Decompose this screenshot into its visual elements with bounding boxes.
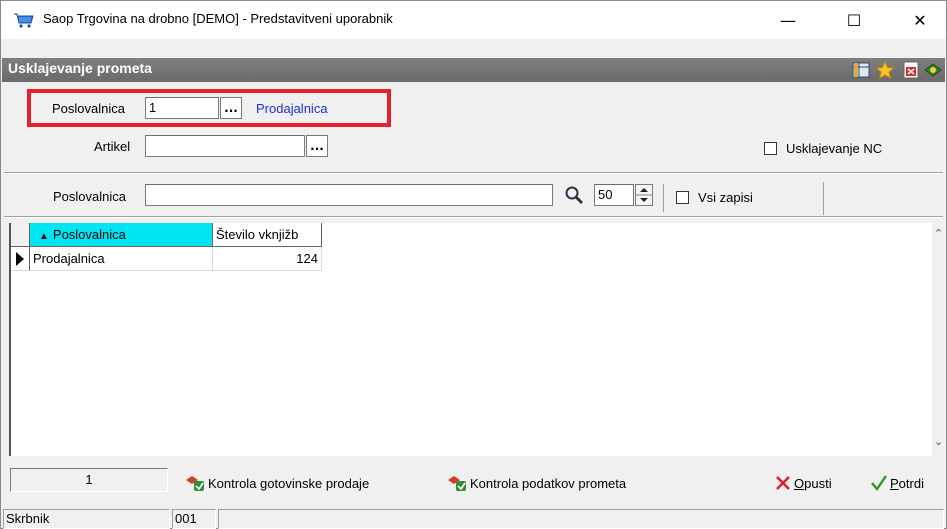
limit-spinner-input[interactable]: 50 bbox=[594, 184, 634, 206]
current-row-icon bbox=[16, 252, 24, 266]
artikel-input[interactable] bbox=[145, 135, 305, 157]
usklajevanje-nc-checkbox[interactable] bbox=[764, 142, 777, 155]
form-title: Usklajevanje prometa bbox=[8, 60, 152, 76]
help-icon[interactable] bbox=[923, 61, 943, 79]
checkmark-icon bbox=[871, 475, 887, 491]
separator bbox=[663, 184, 664, 212]
vsi-zapisi-label: Vsi zapisi bbox=[698, 190, 753, 205]
filter-search-input[interactable] bbox=[145, 184, 553, 206]
usklajevanje-nc-label: Usklajevanje NC bbox=[786, 141, 883, 156]
opusti-label: pusti bbox=[804, 475, 832, 491]
window-title: Saop Trgovina na drobno [DEMO] - Predsta… bbox=[43, 11, 393, 26]
sort-ascending-icon: ▲ bbox=[39, 231, 49, 242]
row-indicator[interactable] bbox=[11, 247, 30, 271]
status-extra bbox=[218, 509, 944, 529]
artikel-label: Artikel bbox=[94, 139, 131, 154]
check-control-icon bbox=[186, 476, 204, 491]
grid-settings-icon[interactable] bbox=[851, 61, 871, 79]
shopping-cart-icon bbox=[14, 13, 34, 28]
separator bbox=[4, 216, 943, 218]
close-button[interactable]: ✕ bbox=[897, 1, 943, 39]
title-bar: Saop Trgovina na drobno [DEMO] - Predsta… bbox=[1, 1, 946, 39]
scroll-down-icon[interactable]: ⌄ bbox=[934, 435, 943, 448]
potrdi-label: otrdi bbox=[898, 475, 924, 491]
opusti-accelerator: O bbox=[794, 475, 805, 491]
spinner-arrows-icon bbox=[636, 188, 652, 202]
status-code: 001 bbox=[172, 509, 216, 529]
column-header-label: Poslovalnica bbox=[52, 227, 126, 242]
vsi-zapisi-checkbox[interactable] bbox=[676, 191, 689, 204]
close-icon: ✕ bbox=[913, 10, 927, 30]
kontrola-gotovinske-prodaje-button[interactable]: Kontrola g otovinske prodaje bbox=[184, 471, 369, 495]
maximize-button[interactable]: ☐ bbox=[831, 1, 877, 39]
poslovalnica-browse-button[interactable]: ... bbox=[220, 97, 242, 119]
check-control-icon bbox=[448, 476, 466, 491]
minimize-button[interactable]: — bbox=[765, 1, 811, 39]
kontrola-gotovinske-accelerator: g bbox=[260, 475, 268, 491]
cell-stevilo-vknjizb[interactable]: 124 bbox=[213, 247, 322, 271]
exit-icon[interactable] bbox=[901, 61, 921, 79]
artikel-browse-button[interactable]: ... bbox=[306, 135, 328, 157]
kontrola-podatkov-label: Kontrola podatkov prometa bbox=[470, 475, 627, 491]
poslovalnica-label: Poslovalnica bbox=[52, 101, 125, 116]
separator bbox=[4, 172, 943, 174]
scroll-up-icon[interactable]: ⌃ bbox=[934, 227, 943, 240]
data-grid[interactable]: ▲ Poslovalnica Število vknjižb Prodajalni… bbox=[9, 223, 946, 456]
app-window: Saop Trgovina na drobno [DEMO] - Predsta… bbox=[0, 0, 947, 529]
maximize-icon: ☐ bbox=[846, 10, 862, 30]
filter-poslovalnica-label: Poslovalnica bbox=[53, 189, 126, 204]
kontrola-gotovinske-label-prefix: Kontrola bbox=[208, 475, 261, 491]
opusti-button[interactable]: Opusti bbox=[774, 471, 832, 495]
limit-spinner-buttons[interactable] bbox=[635, 184, 653, 206]
cancel-x-icon bbox=[776, 476, 790, 490]
cell-poslovalnica[interactable]: Prodajalnica bbox=[30, 247, 213, 271]
potrdi-accelerator: P bbox=[890, 475, 899, 491]
status-user: Skrbnik bbox=[3, 509, 170, 529]
kontrola-gotovinske-label-suffix: otovinske prodaje bbox=[267, 475, 370, 491]
vertical-scrollbar[interactable]: ⌃ ⌄ bbox=[932, 223, 946, 456]
search-icon[interactable] bbox=[564, 185, 584, 205]
status-bar: Skrbnik 001 bbox=[1, 507, 946, 529]
form-caption-bar: Usklajevanje prometa bbox=[2, 58, 945, 82]
column-header-poslovalnica[interactable]: ▲ Poslovalnica bbox=[30, 223, 213, 247]
separator bbox=[823, 182, 824, 215]
minimize-icon: — bbox=[780, 10, 796, 30]
potrdi-button[interactable]: Potrdi bbox=[870, 471, 924, 495]
column-header-stevilo-vknjizb[interactable]: Število vknjižb bbox=[213, 223, 322, 247]
grid-corner bbox=[11, 223, 30, 247]
record-count: 1 bbox=[10, 468, 168, 492]
poslovalnica-name-link[interactable]: Prodajalnica bbox=[256, 101, 328, 116]
poslovalnica-input[interactable]: 1 bbox=[145, 97, 219, 119]
kontrola-podatkov-prometa-button[interactable]: Kontrola podatkov prometa bbox=[446, 471, 626, 495]
star-icon[interactable] bbox=[875, 61, 895, 79]
